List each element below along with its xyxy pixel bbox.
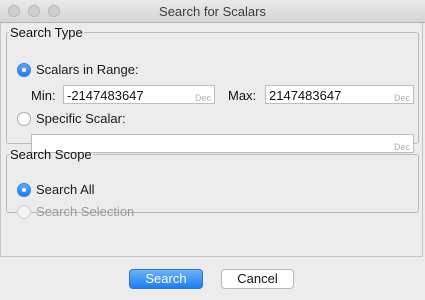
max-value: 2147483647 bbox=[269, 88, 342, 103]
window-title: Search for Scalars bbox=[159, 4, 266, 19]
search-type-legend: Search Type bbox=[10, 25, 83, 40]
search-all-radio[interactable]: Search All bbox=[17, 182, 95, 197]
radio-disabled-icon bbox=[17, 204, 31, 219]
scalars-in-range-radio[interactable]: Scalars in Range: bbox=[17, 62, 139, 77]
scalars-in-range-label: Scalars in Range: bbox=[36, 62, 139, 77]
radio-selected-icon bbox=[17, 182, 31, 197]
title-bar: Search for Scalars bbox=[0, 0, 425, 23]
min-format: Dec bbox=[194, 93, 211, 103]
search-scope-legend: Search Scope bbox=[10, 147, 92, 162]
search-scope-group: Search Scope Search All Search Selection bbox=[6, 147, 419, 219]
search-selection-label: Search Selection bbox=[36, 204, 135, 219]
search-all-label: Search All bbox=[36, 182, 95, 197]
radio-selected-icon bbox=[17, 62, 31, 77]
specific-scalar-label: Specific Scalar: bbox=[36, 111, 126, 126]
min-label: Min: bbox=[31, 88, 56, 103]
search-button[interactable]: Search bbox=[129, 269, 203, 289]
max-label: Max: bbox=[228, 88, 257, 103]
search-selection-radio: Search Selection bbox=[17, 204, 134, 219]
min-field[interactable]: -2147483647 Dec bbox=[63, 85, 215, 104]
radio-unselected-icon bbox=[17, 111, 31, 126]
min-value: -2147483647 bbox=[67, 88, 144, 103]
max-field[interactable]: 2147483647 Dec bbox=[265, 85, 414, 104]
max-format: Dec bbox=[393, 93, 410, 103]
dialog-content: Search Type Scalars in Range: Min: -2147… bbox=[0, 23, 423, 257]
search-type-group: Search Type Scalars in Range: Min: -2147… bbox=[6, 25, 419, 153]
cancel-button[interactable]: Cancel bbox=[221, 269, 294, 289]
specific-scalar-radio[interactable]: Specific Scalar: bbox=[17, 111, 126, 126]
